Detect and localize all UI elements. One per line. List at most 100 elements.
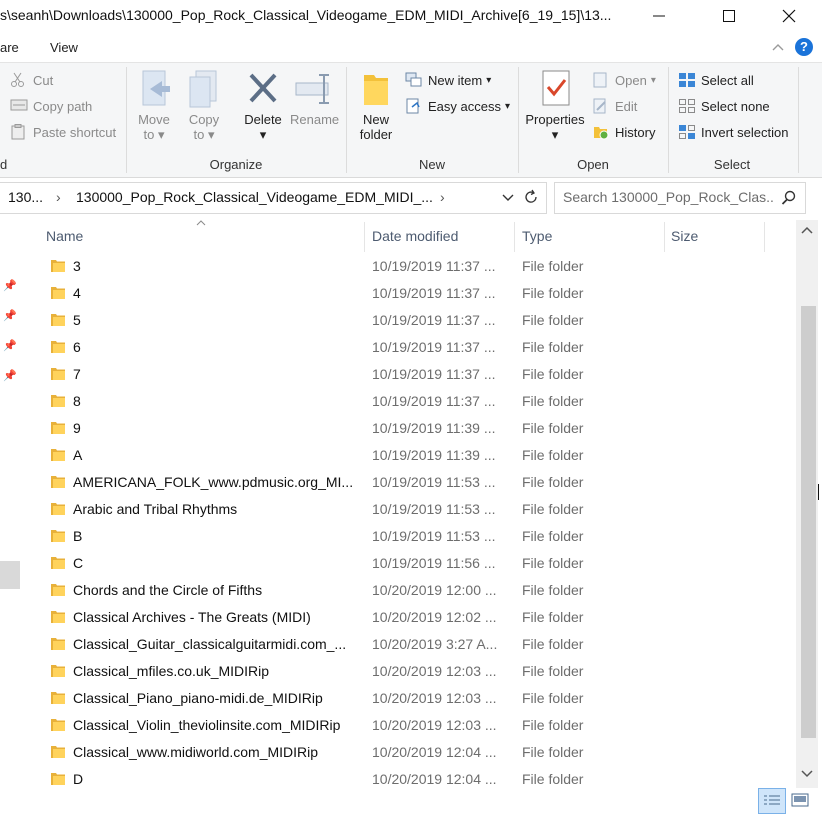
- column-header-date[interactable]: Date modified: [372, 228, 458, 244]
- select-all-icon: [678, 72, 696, 88]
- tab-share[interactable]: are: [0, 40, 19, 55]
- breadcrumb-chevron-icon[interactable]: ›: [56, 189, 61, 205]
- new-folder-button[interactable]: New folder: [355, 69, 397, 142]
- edit-button[interactable]: Edit: [592, 95, 637, 117]
- file-name[interactable]: AMERICANA_FOLK_www.pdmusic.org_MI...: [73, 474, 358, 490]
- file-row[interactable]: AMERICANA_FOLK_www.pdmusic.org_MI... 10/1…: [0, 469, 796, 496]
- file-row[interactable]: 8 10/19/2019 11:37 ... File folder: [0, 388, 796, 415]
- file-row[interactable]: Classical_Guitar_classicalguitarmidi.com…: [0, 631, 796, 658]
- file-row[interactable]: 9 10/19/2019 11:39 ... File folder: [0, 415, 796, 442]
- column-header-size[interactable]: Size: [671, 228, 698, 244]
- file-row[interactable]: 7 10/19/2019 11:37 ... File folder: [0, 361, 796, 388]
- breadcrumb-chevron-icon[interactable]: ›: [440, 189, 445, 205]
- file-type: File folder: [522, 555, 584, 571]
- refresh-icon[interactable]: [523, 189, 539, 205]
- file-name[interactable]: C: [73, 555, 358, 571]
- column-divider[interactable]: [364, 222, 365, 252]
- file-row[interactable]: 6 10/19/2019 11:37 ... File folder: [0, 334, 796, 361]
- file-name[interactable]: 4: [73, 285, 358, 301]
- file-name[interactable]: Classical_www.midiworld.com_MIDIRip: [73, 744, 358, 760]
- file-row[interactable]: 4 10/19/2019 11:37 ... File folder: [0, 280, 796, 307]
- select-none-icon: [678, 98, 696, 114]
- file-row[interactable]: Classical_Piano_piano-midi.de_MIDIRip 10/…: [0, 685, 796, 712]
- column-divider[interactable]: [664, 222, 665, 252]
- file-row[interactable]: 3 10/19/2019 11:37 ... File folder: [0, 253, 796, 280]
- file-name[interactable]: 5: [73, 312, 358, 328]
- file-name[interactable]: Classical_Violin_theviolinsite.com_MIDIR…: [73, 717, 358, 733]
- file-row[interactable]: Arabic and Tribal Rhythms 10/19/2019 11:5…: [0, 496, 796, 523]
- properties-button[interactable]: Properties ▾: [522, 69, 588, 143]
- invert-selection-button[interactable]: Invert selection: [678, 121, 788, 143]
- close-button[interactable]: [766, 0, 812, 32]
- file-row[interactable]: Classical Archives - The Greats (MIDI) 10…: [0, 604, 796, 631]
- search-input[interactable]: [563, 189, 773, 205]
- file-row[interactable]: D 10/20/2019 12:04 ... File folder: [0, 766, 796, 793]
- search-box[interactable]: [554, 182, 806, 214]
- file-name[interactable]: Classical_mfiles.co.uk_MIDIRip: [73, 663, 358, 679]
- collapse-ribbon-icon[interactable]: [772, 43, 784, 51]
- file-name[interactable]: 7: [73, 366, 358, 382]
- open-button[interactable]: Open ▾: [592, 69, 656, 91]
- folder-icon: [51, 476, 65, 488]
- details-view-icon: [764, 795, 780, 805]
- column-divider[interactable]: [764, 222, 765, 252]
- column-divider[interactable]: [514, 222, 515, 252]
- file-name[interactable]: 9: [73, 420, 358, 436]
- file-name[interactable]: Classical_Piano_piano-midi.de_MIDIRip: [73, 690, 358, 706]
- copy-to-icon: [189, 70, 217, 108]
- file-name[interactable]: Arabic and Tribal Rhythms: [73, 501, 358, 517]
- file-name[interactable]: 6: [73, 339, 358, 355]
- column-header-type[interactable]: Type: [522, 228, 552, 244]
- history-button[interactable]: History: [592, 121, 655, 143]
- address-history-chevron-down-icon[interactable]: [502, 194, 514, 202]
- select-none-button[interactable]: Select none: [678, 95, 770, 117]
- delete-button[interactable]: Delete ▾: [240, 69, 286, 143]
- file-row[interactable]: Chords and the Circle of Fifths 10/20/201…: [0, 577, 796, 604]
- file-row[interactable]: B 10/19/2019 11:53 ... File folder: [0, 523, 796, 550]
- file-row[interactable]: C 10/19/2019 11:56 ... File folder: [0, 550, 796, 577]
- file-name[interactable]: D: [73, 771, 358, 787]
- new-item-button[interactable]: New item ▾: [405, 69, 491, 91]
- scroll-down-icon[interactable]: [801, 770, 813, 778]
- move-to-icon: [142, 70, 170, 106]
- file-row[interactable]: Classical_mfiles.co.uk_MIDIRip 10/20/2019…: [0, 658, 796, 685]
- file-date-modified: 10/19/2019 11:53 ...: [372, 501, 496, 517]
- tab-view[interactable]: View: [50, 40, 78, 55]
- file-row[interactable]: 5 10/19/2019 11:37 ... File folder: [0, 307, 796, 334]
- file-name[interactable]: A: [73, 447, 358, 463]
- file-row[interactable]: Classical_Violin_theviolinsite.com_MIDIR…: [0, 712, 796, 739]
- details-view-button[interactable]: [758, 788, 786, 814]
- search-icon[interactable]: [781, 190, 796, 205]
- file-name[interactable]: 8: [73, 393, 358, 409]
- file-name[interactable]: Classical_Guitar_classicalguitarmidi.com…: [73, 636, 358, 652]
- large-icons-view-button[interactable]: [787, 788, 813, 812]
- help-icon[interactable]: ?: [795, 38, 813, 56]
- select-all-button[interactable]: Select all: [678, 69, 754, 91]
- minimize-button[interactable]: [636, 0, 682, 32]
- rename-button[interactable]: Rename: [290, 69, 339, 127]
- paste-shortcut-button[interactable]: Paste shortcut: [10, 121, 116, 143]
- file-name[interactable]: 3: [73, 258, 358, 274]
- breadcrumb-current[interactable]: 130000_Pop_Rock_Classical_Videogame_EDM_…: [76, 189, 433, 205]
- file-name[interactable]: B: [73, 528, 358, 544]
- file-row[interactable]: Classical_www.midiworld.com_MIDIRip 10/20…: [0, 739, 796, 766]
- file-name[interactable]: Classical Archives - The Greats (MIDI): [73, 609, 358, 625]
- file-date-modified: 10/19/2019 11:39 ...: [372, 420, 496, 436]
- address-bar[interactable]: 130... › 130000_Pop_Rock_Classical_Video…: [0, 182, 547, 214]
- maximize-button[interactable]: [706, 0, 752, 32]
- breadcrumb-parent[interactable]: 130...: [8, 189, 43, 205]
- new-group-label: New: [418, 157, 445, 172]
- column-header-name[interactable]: Name: [46, 228, 83, 244]
- easy-access-button[interactable]: Easy access ▾: [405, 95, 510, 117]
- file-row[interactable]: A 10/19/2019 11:39 ... File folder: [0, 442, 796, 469]
- file-name[interactable]: Chords and the Circle of Fifths: [73, 582, 358, 598]
- copy-to-button[interactable]: Copy to ▾: [184, 69, 224, 143]
- file-date-modified: 10/19/2019 11:39 ...: [372, 447, 496, 463]
- copy-path-button[interactable]: Copy path: [10, 95, 92, 117]
- scrollbar-thumb[interactable]: [801, 306, 816, 738]
- cut-button[interactable]: Cut: [10, 69, 53, 91]
- move-to-button[interactable]: Move to ▾: [134, 69, 174, 143]
- scroll-up-icon[interactable]: [801, 226, 813, 234]
- organize-group-label: Organize: [209, 157, 263, 172]
- invert-selection-label: Invert selection: [701, 124, 789, 140]
